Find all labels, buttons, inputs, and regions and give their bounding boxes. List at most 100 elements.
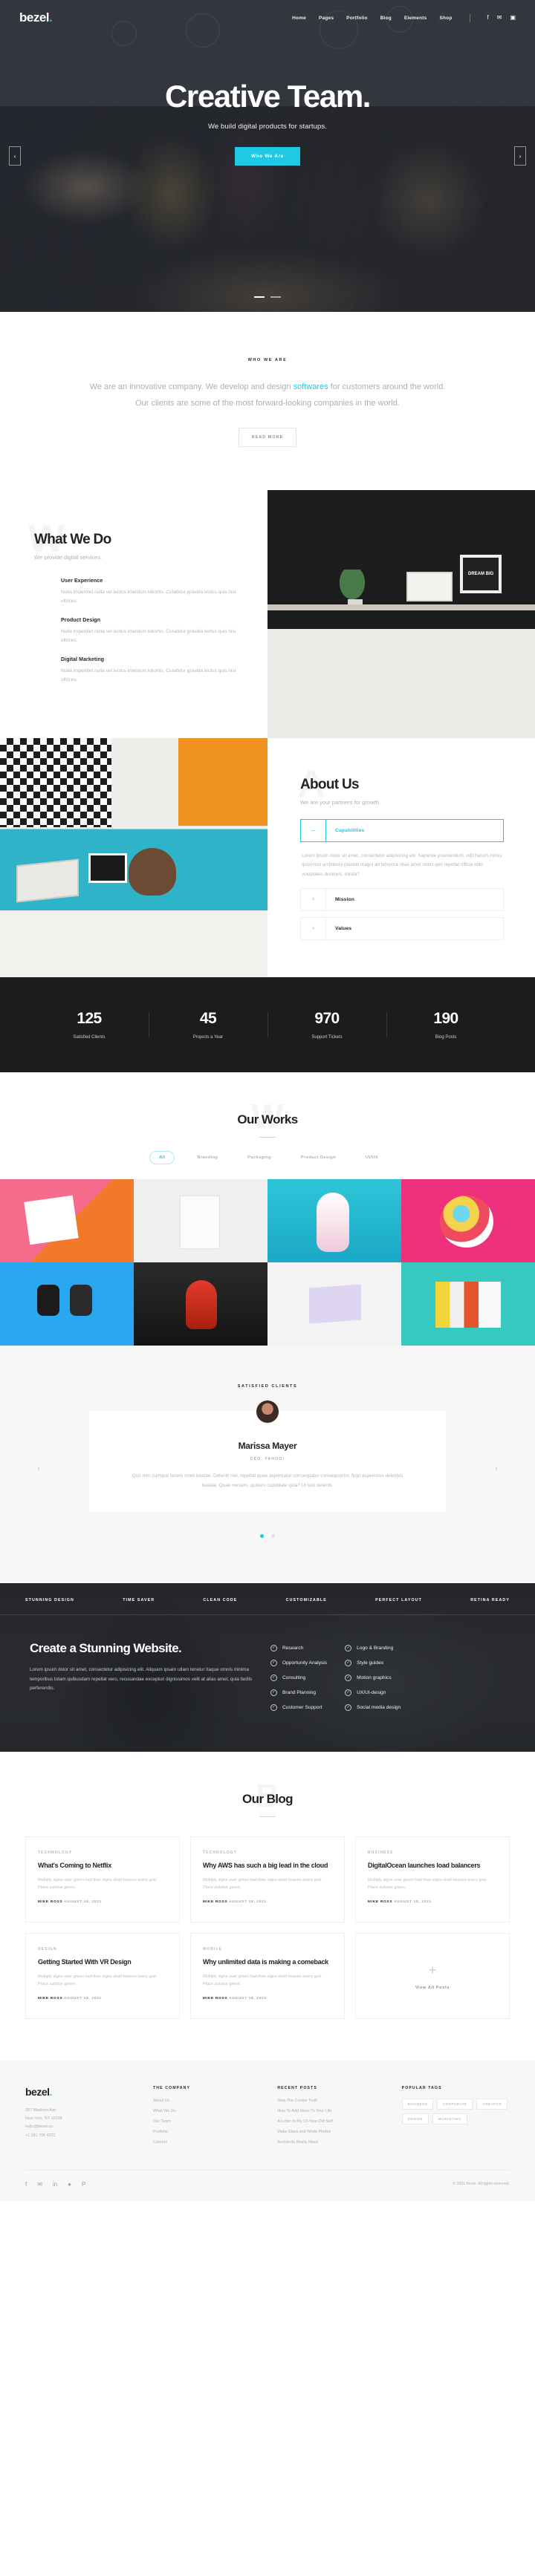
tag-item[interactable]: DESIGN bbox=[401, 2113, 429, 2125]
portfolio-grid bbox=[0, 1178, 535, 1346]
stunning-text-block: Create a Stunning Website. Lorem ipsum d… bbox=[30, 1640, 253, 1719]
testimonial-next-arrow[interactable]: › bbox=[495, 1464, 498, 1473]
testimonial-prev-arrow[interactable]: ‹ bbox=[37, 1464, 40, 1473]
testimonial-dot-2[interactable] bbox=[271, 1533, 276, 1538]
accordion-header-capabilities[interactable]: – Capabilities bbox=[300, 819, 504, 843]
feature-perfect-layout: PERFECT LAYOUT bbox=[375, 1597, 422, 1602]
feature-stunning-design: STUNNING DESIGN bbox=[25, 1597, 74, 1602]
nav-item-portfolio[interactable]: Portfolio bbox=[346, 16, 368, 21]
intro-highlight[interactable]: softwares bbox=[294, 382, 328, 391]
footer-link[interactable]: What We Do bbox=[153, 2109, 261, 2113]
filter-branding[interactable]: Branding bbox=[189, 1151, 225, 1164]
logo-dot: . bbox=[49, 10, 53, 25]
site-logo[interactable]: bezel. bbox=[19, 10, 53, 25]
nav-item-pages[interactable]: Pages bbox=[319, 16, 334, 21]
check-icon: ✓ bbox=[345, 1659, 352, 1666]
testimonial-dot-1[interactable] bbox=[259, 1533, 264, 1538]
checklist-item: ✓ Style guides bbox=[345, 1659, 401, 1666]
hero-content: Creative Team. We build digital products… bbox=[0, 25, 535, 166]
post-author: MIKE ROSS bbox=[38, 1996, 63, 2001]
checklist-label: Customer Support bbox=[282, 1704, 322, 1710]
who-we-are-eyebrow: WHO WE ARE bbox=[247, 358, 288, 362]
intro-text-before: We are an innovative company. We develop… bbox=[89, 382, 294, 391]
blog-post-card[interactable]: BUSINESS DigitalOcean launches load bala… bbox=[355, 1836, 510, 1923]
sofa-photo bbox=[0, 738, 268, 977]
accordion-header-mission[interactable]: + Mission bbox=[300, 887, 504, 911]
footer-link[interactable]: Stop The Cookie Truth bbox=[277, 2099, 385, 2103]
stats-section: 125 Satisfied Clients 45 Projects a Year… bbox=[0, 976, 535, 1072]
portfolio-item[interactable] bbox=[0, 1262, 134, 1346]
portfolio-item[interactable] bbox=[134, 1262, 268, 1346]
portfolio-item[interactable] bbox=[268, 1178, 401, 1262]
footer-logo[interactable]: bezel. bbox=[25, 2086, 137, 2098]
post-excerpt: Multiply signs over green had their sign… bbox=[203, 1974, 322, 1987]
top-navigation-bar: bezel. Home Pages Portfolio Blog Element… bbox=[0, 0, 535, 25]
blog-post-card[interactable]: TECHNOLOGY Why AWS has such a big lead i… bbox=[190, 1836, 345, 1923]
footer-link[interactable]: A Letter to My 13-Year-Old Self bbox=[277, 2119, 385, 2124]
blog-post-card[interactable]: TECHNOLOGY What's Coming to Netflix Mult… bbox=[25, 1836, 180, 1923]
twitter-icon[interactable]: ✉ bbox=[37, 2181, 42, 2188]
tag-item[interactable]: CREATIVE bbox=[476, 2098, 508, 2110]
footer-link[interactable]: Make Black and White Photos bbox=[277, 2130, 385, 2134]
testimonial-section: SATISFIED CLIENTS Marissa Mayer CEO, YAH… bbox=[0, 1345, 535, 1583]
portfolio-item[interactable] bbox=[0, 1178, 134, 1262]
portfolio-item[interactable] bbox=[268, 1262, 401, 1346]
blog-post-card[interactable]: MOBILE Why unlimited data is making a co… bbox=[190, 1932, 345, 2019]
twitter-icon[interactable]: ✉ bbox=[497, 15, 502, 21]
checklist-item: ✓ Research bbox=[270, 1644, 327, 1651]
nav-item-shop[interactable]: Shop bbox=[439, 16, 452, 21]
read-more-button[interactable]: READ MORE bbox=[238, 428, 297, 447]
pinterest-icon[interactable]: P bbox=[82, 2181, 85, 2188]
avatar bbox=[255, 1398, 280, 1424]
hero-next-arrow[interactable]: › bbox=[514, 146, 526, 166]
hero-dot-1[interactable] bbox=[253, 296, 265, 298]
footer-column-title: POPULAR TAGS bbox=[401, 2085, 442, 2090]
footer-link[interactable]: Careers bbox=[153, 2140, 261, 2145]
tag-item[interactable]: BUSINESS bbox=[401, 2098, 434, 2110]
portfolio-item[interactable] bbox=[401, 1178, 535, 1262]
footer-top: bezel. 287 Madison Ave New York, NY 1012… bbox=[25, 2086, 510, 2151]
stat-number: 125 bbox=[77, 1009, 102, 1027]
check-icon: ✓ bbox=[345, 1674, 352, 1681]
footer-link[interactable]: Portfolio bbox=[153, 2130, 261, 2134]
feature-badges: STUNNING DESIGN TIME SAVER CLEAN CODE CU… bbox=[0, 1583, 535, 1615]
who-we-are-button[interactable]: Who We Are bbox=[235, 147, 300, 166]
filter-product-design[interactable]: Product Design bbox=[294, 1151, 343, 1164]
filter-all[interactable]: All bbox=[149, 1150, 175, 1164]
portfolio-item[interactable] bbox=[401, 1262, 535, 1346]
portfolio-item[interactable] bbox=[134, 1178, 268, 1262]
footer-link[interactable]: How To Add Ideas To Your Life bbox=[277, 2109, 385, 2113]
minus-icon: – bbox=[301, 820, 326, 842]
footer-link[interactable]: Architects Really Need bbox=[277, 2140, 385, 2145]
post-title: Why AWS has such a big lead in the cloud bbox=[203, 1861, 328, 1869]
nav-item-elements[interactable]: Elements bbox=[404, 16, 427, 21]
checklist-item: ✓ Motion graphics bbox=[345, 1674, 401, 1681]
nav-item-home[interactable]: Home bbox=[292, 16, 306, 21]
tag-item[interactable]: CORPORATE bbox=[437, 2098, 473, 2110]
facebook-icon[interactable]: f bbox=[25, 2181, 27, 2188]
blog-post-card[interactable]: DESIGN Getting Started With VR Design Mu… bbox=[25, 1932, 180, 2019]
view-all-posts-button[interactable]: + View All Posts bbox=[355, 1932, 510, 2019]
hero-dot-2[interactable] bbox=[270, 296, 282, 298]
tag-item[interactable]: MARKETING bbox=[432, 2113, 467, 2125]
linkedin-icon[interactable]: in bbox=[53, 2181, 57, 2188]
hero-prev-arrow[interactable]: ‹ bbox=[9, 146, 21, 166]
facebook-icon[interactable]: f bbox=[487, 15, 489, 21]
footer-link[interactable]: About Us bbox=[153, 2099, 261, 2103]
checklist-label: Brand Planning bbox=[282, 1689, 317, 1695]
filter-ui-ux[interactable]: UI/UX bbox=[358, 1151, 386, 1164]
filter-packaging[interactable]: Packaging bbox=[240, 1151, 279, 1164]
post-category: MOBILE bbox=[203, 1946, 223, 1951]
checklist-label: Opportunity Analysis bbox=[282, 1660, 328, 1666]
nav-item-blog[interactable]: Blog bbox=[380, 16, 392, 21]
copyright-text: © 2021 Bezel. All rights reserved. bbox=[453, 2182, 510, 2187]
instagram-icon[interactable]: ▣ bbox=[510, 15, 516, 21]
feature-retina-ready: RETINA READY bbox=[470, 1597, 510, 1602]
stunning-text: Lorem ipsum dolor sit amet, consectetur … bbox=[30, 1667, 253, 1691]
accordion-header-values[interactable]: + Values bbox=[300, 916, 504, 940]
what-we-do-text: W What We Do We provide digital services… bbox=[0, 490, 268, 739]
checklist-right: ✓ Logo & Branding ✓ Style guides ✓ Motion g… bbox=[345, 1644, 401, 1719]
what-we-do-subtitle: We provide digital services. bbox=[34, 554, 103, 561]
footer-link[interactable]: Our Team bbox=[153, 2119, 261, 2124]
dribbble-icon[interactable]: ● bbox=[68, 2181, 71, 2188]
